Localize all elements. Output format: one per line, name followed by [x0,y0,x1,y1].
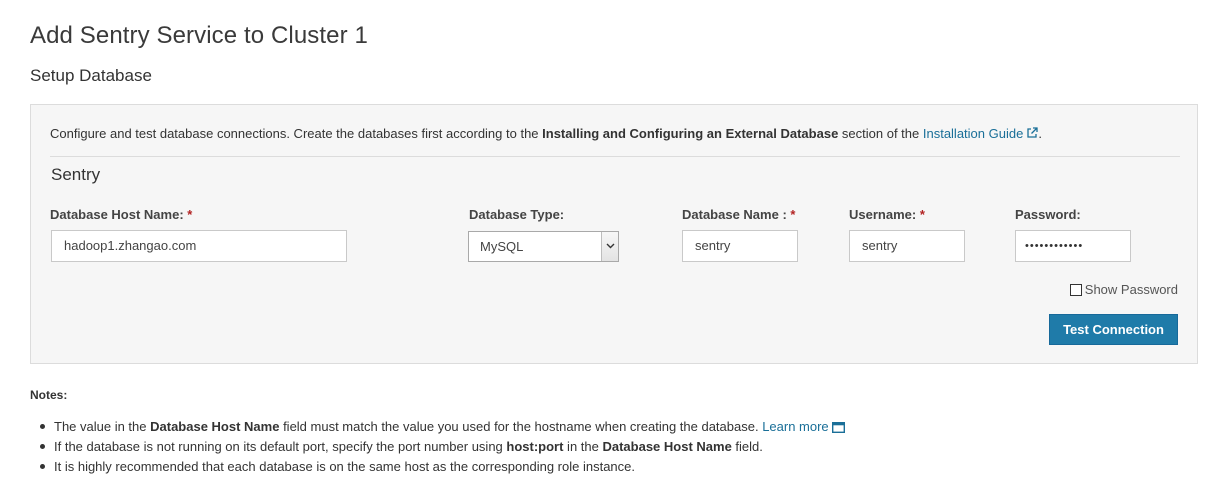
external-link-icon [1026,127,1038,142]
note1-suffix: field must match the value you used for … [279,419,763,434]
learn-more-link-label: Learn more [762,419,829,434]
note1-bold: Database Host Name [150,419,280,434]
list-item: If the database is not running on its de… [40,438,845,458]
list-item: The value in the Database Host Name fiel… [40,418,845,438]
note2-bold-host: Database Host Name [602,439,732,454]
database-heading: Sentry [51,165,101,184]
chevron-down-icon[interactable] [601,232,618,261]
intro-text: Configure and test database connections.… [50,126,1042,142]
password-label: Password: [1015,207,1081,222]
installation-guide-link-label: Installation Guide [922,126,1024,141]
show-password-checkbox[interactable] [1069,283,1082,296]
database-setup-panel: Configure and test database connections.… [30,104,1198,364]
section-title: Setup Database [30,66,152,85]
database-type-value: MySQL [480,239,524,254]
database-name-label-text: Database Name : [682,207,787,222]
intro-suffix: . [1038,126,1042,141]
page-title: Add Sentry Service to Cluster 1 [30,22,368,49]
note2-prefix: If the database is not running on its de… [54,439,507,454]
intro-mid: section of the [838,126,923,141]
database-name-label: Database Name : * [682,207,795,222]
database-name-input[interactable]: sentry [682,230,798,262]
notes-title: Notes: [30,388,68,402]
database-type-label: Database Type: [469,207,565,222]
intro-bold: Installing and Configuring an External D… [542,126,839,141]
notes-list: The value in the Database Host Name fiel… [40,418,845,478]
required-mark: * [187,207,193,222]
window-icon [831,420,845,438]
installation-guide-link[interactable]: Installation Guide [923,126,1038,141]
username-label-text: Username: [849,207,917,222]
database-host-input[interactable]: hadoop1.zhangao.com [51,230,347,262]
database-type-select[interactable]: MySQL [468,231,619,262]
required-mark: * [919,207,925,222]
password-input[interactable]: •••••••••••• [1015,230,1131,262]
host-name-label-text: Database Host Name: [50,207,184,222]
required-mark: * [790,207,796,222]
note2-mid: in the [563,439,603,454]
username-label: Username: * [849,207,925,222]
divider [50,156,1180,157]
username-input[interactable]: sentry [849,230,965,262]
test-connection-button[interactable]: Test Connection [1049,314,1178,345]
learn-more-link[interactable]: Learn more [762,419,845,434]
note3-text: It is highly recommended that each datab… [54,459,636,474]
note2-suffix: field. [731,439,763,454]
show-password-toggle[interactable]: Show Password [1069,282,1178,297]
note1-prefix: The value in the [54,419,151,434]
host-name-label: Database Host Name: * [50,207,192,222]
intro-prefix: Configure and test database connections.… [50,126,543,141]
note2-bold-port: host:port [506,439,564,454]
list-item: It is highly recommended that each datab… [40,458,845,478]
show-password-label: Show Password [1084,282,1178,297]
